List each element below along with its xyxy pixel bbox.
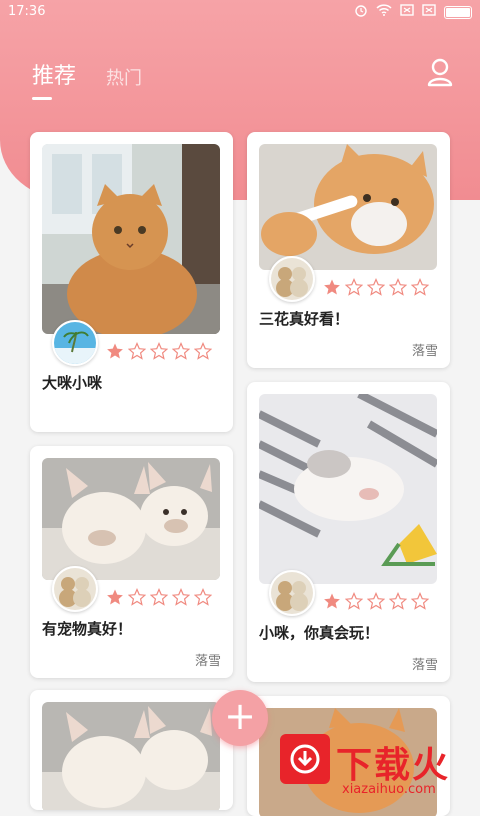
star-rating — [106, 588, 212, 606]
star-filled-icon — [107, 589, 123, 605]
star-empty-icon — [128, 588, 146, 606]
post-card[interactable]: 小咪，你真会玩！ 落雪 — [247, 382, 450, 682]
star-empty-icon — [194, 588, 212, 606]
star-empty-icon — [150, 342, 168, 360]
star-empty-icon — [389, 278, 407, 296]
tab-bar: 推荐 热门 — [32, 58, 142, 100]
star-empty-icon — [150, 588, 168, 606]
star-filled-icon — [107, 343, 123, 359]
watermark-logo: 下载火 xiazaihuo.com — [280, 734, 480, 800]
author-avatar[interactable] — [269, 256, 315, 302]
alarm-icon — [354, 3, 368, 21]
star-empty-icon — [367, 592, 385, 610]
profile-icon[interactable] — [424, 56, 456, 88]
status-bar: 17:36 — [0, 0, 480, 24]
post-author: 落雪 — [411, 658, 438, 673]
star-empty-icon — [194, 342, 212, 360]
watermark-text: 下载火 — [336, 745, 451, 786]
star-empty-icon — [345, 278, 363, 296]
wifi-icon — [376, 4, 392, 20]
tab-recommended[interactable]: 推荐 — [32, 58, 77, 100]
star-rating — [106, 342, 212, 360]
post-title: 大咪小咪 — [42, 374, 103, 392]
post-card[interactable] — [30, 690, 233, 810]
tab-popular[interactable]: 热门 — [106, 64, 142, 90]
star-empty-icon — [411, 278, 429, 296]
star-empty-icon — [389, 592, 407, 610]
watermark-download-icon — [280, 734, 330, 784]
post-image — [42, 458, 220, 580]
battery-icon — [444, 5, 472, 19]
author-avatar[interactable] — [52, 566, 98, 612]
post-image — [42, 144, 220, 334]
post-title: 小咪，你真会玩！ — [259, 624, 380, 642]
author-avatar[interactable] — [269, 570, 315, 616]
sim-icon — [400, 4, 414, 20]
star-empty-icon — [367, 278, 385, 296]
star-empty-icon — [345, 592, 363, 610]
post-image — [42, 702, 220, 810]
star-rating — [323, 592, 429, 610]
add-post-button[interactable]: + — [212, 690, 268, 746]
tab-popular-label: 热门 — [106, 68, 143, 89]
author-avatar[interactable] — [52, 320, 98, 366]
plus-icon: + — [224, 694, 256, 738]
post-card[interactable]: 三花真好看！ 落雪 — [247, 132, 450, 368]
watermark-subtext: xiazaihuo.com — [342, 782, 436, 797]
post-image — [259, 144, 437, 270]
star-empty-icon — [172, 342, 190, 360]
status-time: 17:36 — [8, 4, 46, 19]
post-image — [259, 394, 437, 584]
post-author: 落雪 — [411, 344, 438, 359]
post-card[interactable]: 有宠物真好！ 落雪 — [30, 446, 233, 678]
tab-recommended-label: 推荐 — [32, 64, 77, 89]
star-rating — [323, 278, 429, 296]
star-empty-icon — [411, 592, 429, 610]
tab-active-indicator — [32, 97, 52, 100]
star-filled-icon — [324, 593, 340, 609]
status-icons — [354, 3, 472, 21]
post-title: 有宠物真好！ — [42, 620, 133, 638]
signal-icon — [422, 4, 436, 20]
star-filled-icon — [324, 279, 340, 295]
post-author: 落雪 — [194, 654, 221, 669]
post-title: 三花真好看！ — [259, 310, 350, 328]
post-card[interactable]: 大咪小咪 — [30, 132, 233, 432]
star-empty-icon — [128, 342, 146, 360]
star-empty-icon — [172, 588, 190, 606]
